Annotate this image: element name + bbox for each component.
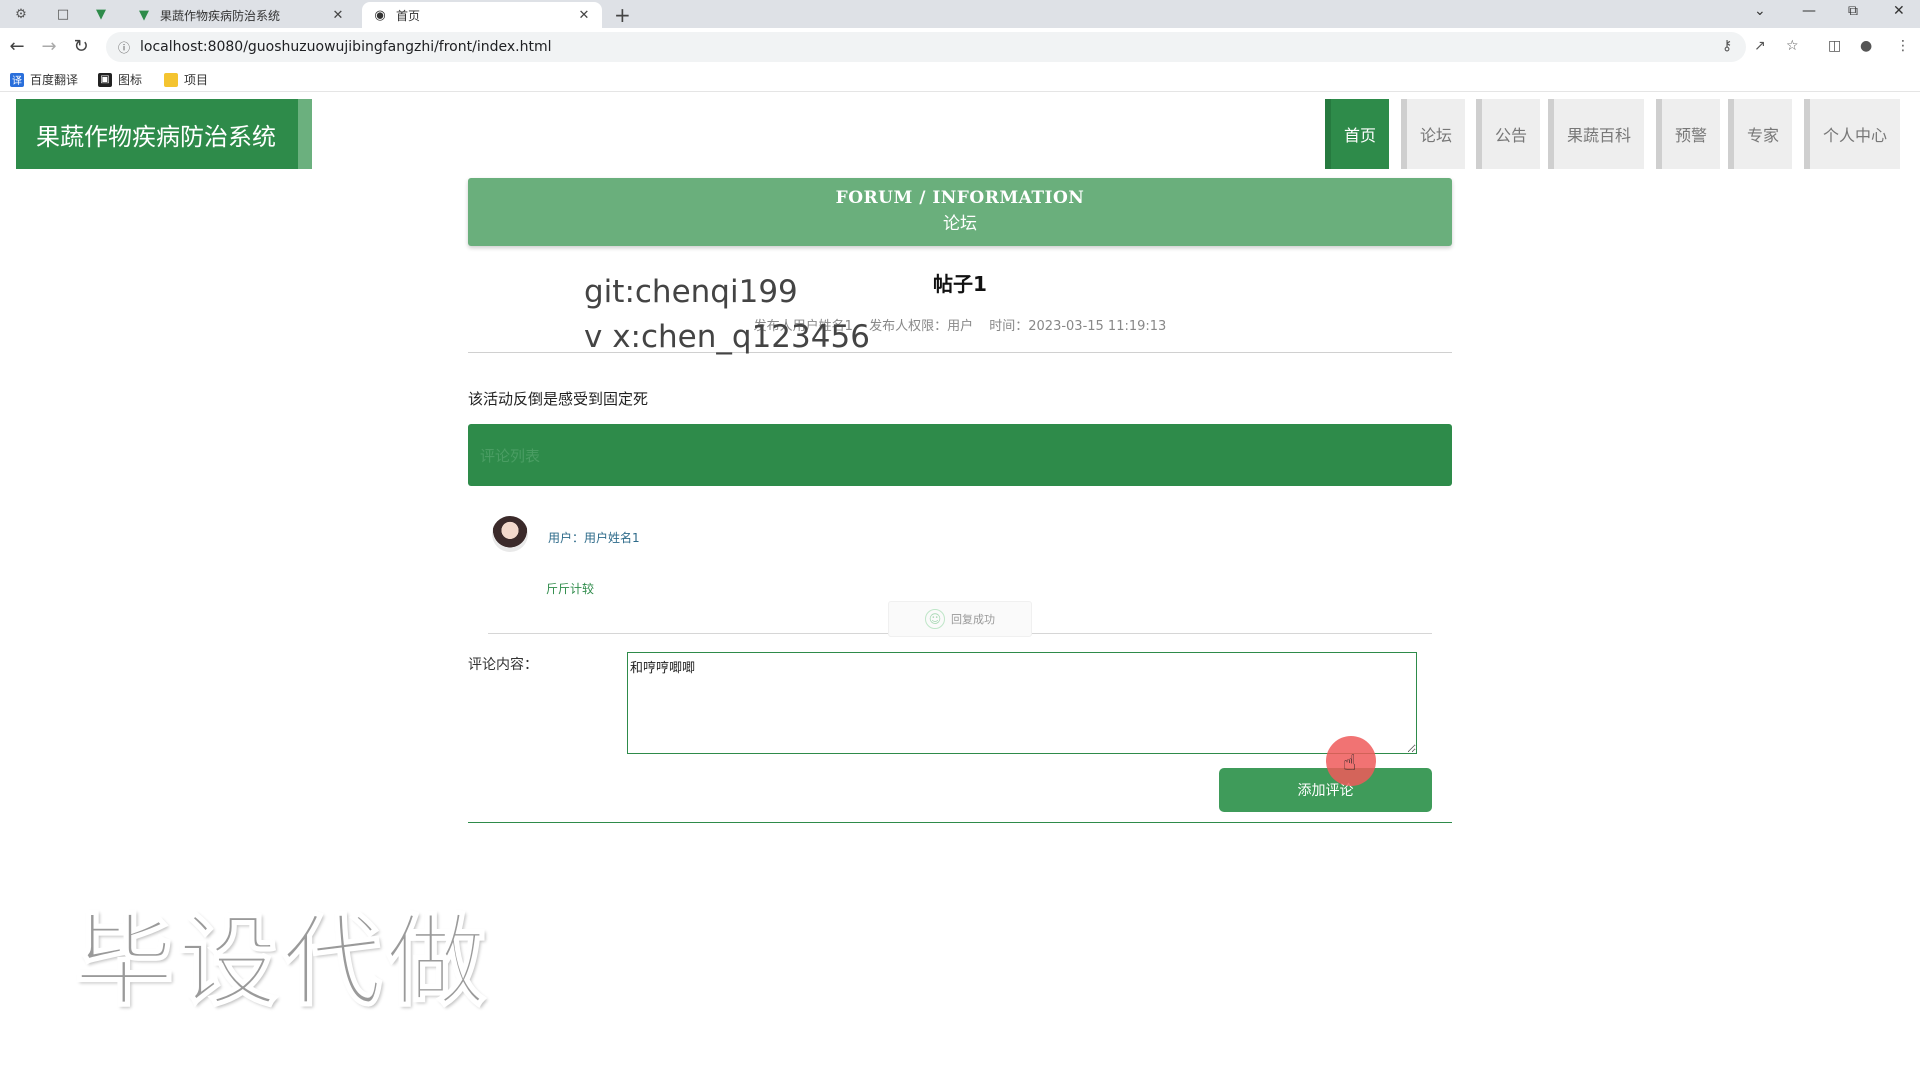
menu-icon[interactable]: ⋮ (1896, 38, 1910, 54)
post-time: 时间：2023-03-15 11:19:13 (989, 319, 1167, 334)
url-text: localhost:8080/guoshuzuowujibingfangzhi/… (140, 39, 552, 55)
globe-icon: ◉ (374, 7, 386, 23)
vue-icon: ▼ (139, 7, 149, 23)
comment-field-label: 评论内容： (468, 657, 538, 673)
comment-list-header: 评论列表 (468, 424, 1452, 486)
close-icon[interactable]: ✕ (576, 8, 592, 23)
nav-item-forum[interactable]: 论坛 (1401, 99, 1465, 169)
address-bar-row: ← → ↻ ⓘ localhost:8080/guoshuzuowujibing… (0, 28, 1920, 66)
comment-list-title: 评论列表 (480, 446, 541, 465)
bookmark-label: 图标 (118, 73, 143, 87)
avatar (492, 516, 528, 552)
nav-item-home[interactable]: 首页 (1325, 99, 1389, 169)
comment-content: 斤斤计较 (546, 582, 595, 596)
bookmark-projects[interactable]: 项目 (164, 71, 208, 88)
close-icon[interactable]: ✕ (330, 8, 346, 23)
banner-title-en: FORUM / INFORMATION (835, 188, 1085, 208)
nav-item-encyclopedia[interactable]: 果蔬百科 (1548, 99, 1644, 169)
new-tab-icon[interactable]: + (614, 3, 631, 27)
blank-tab-icon[interactable]: □ (50, 4, 76, 24)
reload-icon[interactable]: ↻ (70, 36, 92, 57)
back-icon[interactable]: ← (6, 36, 28, 57)
divider (468, 822, 1452, 823)
hand-cursor-icon: ☝ (1343, 751, 1357, 776)
folder-icon (164, 72, 178, 87)
globe-icon[interactable]: ⚙ (8, 4, 34, 24)
vue-icon[interactable]: ▼ (88, 4, 114, 24)
tab-home[interactable]: ◉ 首页 ✕ (362, 2, 602, 28)
nav-item-expert[interactable]: 专家 (1728, 99, 1792, 169)
star-icon[interactable]: ☆ (1786, 38, 1799, 54)
restore-icon[interactable]: ⧉ (1848, 3, 1858, 19)
bookmark-icons[interactable]: ▣ 图标 (98, 71, 142, 88)
toast-text: 回复成功 (951, 613, 995, 626)
bookmark-baidu-translate[interactable]: 译 百度翻译 (10, 71, 78, 88)
post-role: 发布人权限：用户 (869, 319, 974, 334)
tab-title: 果蔬作物疾病防治系统 (160, 8, 281, 23)
add-comment-button[interactable]: 添加评论 (1219, 768, 1432, 812)
tab-title: 首页 (396, 8, 421, 23)
share-icon[interactable]: ↗ (1754, 38, 1766, 54)
info-icon[interactable]: ⓘ (118, 39, 130, 56)
bookmark-label: 百度翻译 (30, 73, 79, 87)
post-content: 该活动反倒是感受到固定死 (468, 390, 649, 408)
smile-icon: ☺ (925, 609, 945, 629)
section-banner: FORUM / INFORMATION 论坛 (468, 178, 1452, 246)
tab-system[interactable]: ▼ 果蔬作物疾病防治系统 ✕ (126, 2, 356, 28)
watermark-contact: git:chenqi199 v x:chen_q123456 (584, 270, 870, 360)
bookmark-label: 项目 (184, 73, 209, 87)
comment-user: 用户：用户姓名1 (548, 531, 640, 545)
browser-tab-bar: ⚙ □ ▼ ▼ 果蔬作物疾病防治系统 ✕ ◉ 首页 ✕ + ⌄ — ⧉ ✕ (0, 0, 1920, 28)
window-close-icon[interactable]: ✕ (1893, 3, 1905, 19)
translate-icon: 译 (10, 72, 24, 87)
bookmarks-bar: 译 百度翻译 ▣ 图标 项目 (0, 66, 1920, 92)
comment-textarea[interactable]: 和哼哼唧唧 (627, 652, 1417, 754)
profile-icon[interactable]: ● (1860, 38, 1872, 54)
key-icon[interactable]: ⚷ (1722, 38, 1732, 54)
tab-search-icon[interactable]: ⌄ (1754, 3, 1766, 19)
image-icon: ▣ (98, 72, 112, 87)
site-logo[interactable]: 果蔬作物疾病防治系统 (16, 99, 312, 169)
url-field[interactable]: ⓘ localhost:8080/guoshuzuowujibingfangzh… (106, 32, 1746, 62)
forward-icon[interactable]: → (38, 36, 60, 57)
watermark-wechat: v x:chen_q123456 (584, 319, 870, 355)
nav-item-warning[interactable]: 预警 (1656, 99, 1720, 169)
success-toast: ☺ 回复成功 (888, 601, 1032, 637)
nav-item-profile[interactable]: 个人中心 (1804, 99, 1900, 169)
minimize-icon[interactable]: — (1802, 3, 1816, 19)
nav-item-notice[interactable]: 公告 (1476, 99, 1540, 169)
sidebar-icon[interactable]: ◫ (1828, 38, 1841, 54)
banner-title-cn: 论坛 (943, 214, 977, 234)
watermark-big: 毕设代做 (73, 902, 490, 1021)
watermark-git: git:chenqi199 (584, 274, 798, 310)
